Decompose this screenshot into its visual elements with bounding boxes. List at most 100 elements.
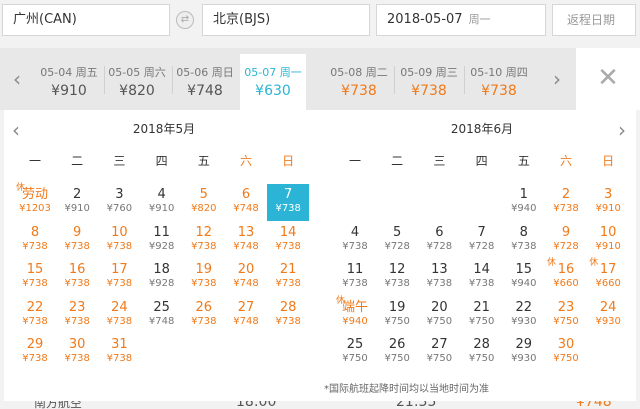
calendar-day[interactable]: 3 ¥910 bbox=[587, 184, 629, 221]
day-price: ¥940 bbox=[511, 203, 537, 214]
calendar-day[interactable]: 7 ¥728 bbox=[461, 222, 503, 259]
calendar-day[interactable]: 5 ¥820 bbox=[183, 184, 225, 221]
close-icon[interactable]: ✕ bbox=[576, 48, 640, 110]
calendar-day[interactable]: 15 ¥940 bbox=[503, 259, 545, 296]
strip-date-cell[interactable]: 05-05 周六 ¥820 bbox=[104, 54, 170, 104]
strip-date-cell[interactable]: 05-10 周四 ¥738 bbox=[466, 54, 532, 104]
calendar-day[interactable]: 休 16 ¥660 bbox=[545, 258, 587, 296]
calendar-day[interactable]: 26 ¥738 bbox=[183, 297, 225, 334]
weekday-header: 四 bbox=[155, 154, 168, 168]
day-number: 11 bbox=[346, 262, 364, 277]
calendar-day[interactable]: 20 ¥750 bbox=[418, 297, 460, 334]
calendar-prev-icon[interactable]: ‹ bbox=[12, 118, 20, 142]
day-number: 3 bbox=[604, 187, 613, 202]
calendar-day[interactable]: 29 ¥930 bbox=[503, 334, 545, 371]
calendar-day[interactable]: 7 ¥738 bbox=[267, 184, 310, 221]
calendar-day[interactable]: 27 ¥750 bbox=[418, 334, 460, 371]
calendar-day[interactable]: 1 ¥940 bbox=[503, 184, 545, 221]
day-number: 5 bbox=[199, 187, 208, 202]
calendar-day[interactable]: 8 ¥738 bbox=[503, 222, 545, 259]
calendar-day[interactable]: 休 17 ¥660 bbox=[587, 258, 629, 296]
calendar-day[interactable]: 8 ¥738 bbox=[14, 222, 56, 259]
day-number: 14 bbox=[473, 262, 490, 277]
strip-prev-icon[interactable]: ‹ bbox=[0, 48, 34, 110]
calendar-day[interactable]: 29 ¥738 bbox=[14, 334, 56, 371]
calendar-day[interactable]: 18 ¥928 bbox=[141, 259, 183, 296]
calendar-day[interactable]: 12 ¥738 bbox=[376, 259, 418, 296]
calendar-day[interactable]: 23 ¥738 bbox=[56, 297, 98, 334]
calendar-day[interactable]: 12 ¥738 bbox=[183, 222, 225, 259]
weekday-header: 三 bbox=[113, 154, 126, 168]
day-number: 19 bbox=[388, 299, 406, 315]
depart-date-field[interactable]: 2018-05-07 周一 bbox=[376, 4, 546, 36]
day-price: ¥728 bbox=[553, 240, 579, 252]
calendar-day[interactable]: 4 ¥738 bbox=[334, 222, 376, 259]
day-number: 26 bbox=[388, 337, 406, 352]
calendar-day[interactable]: 13 ¥738 bbox=[418, 259, 460, 296]
calendar-day[interactable]: 11 ¥928 bbox=[141, 222, 183, 259]
day-price: ¥738 bbox=[468, 278, 495, 289]
calendar-day[interactable]: 25 ¥748 bbox=[141, 297, 183, 334]
calendar-day[interactable]: 19 ¥750 bbox=[376, 297, 418, 334]
calendar-day[interactable]: 2 ¥910 bbox=[56, 184, 98, 221]
calendar-day[interactable]: 26 ¥750 bbox=[376, 334, 418, 371]
calendar-day[interactable]: 14 ¥738 bbox=[461, 259, 503, 296]
calendar-day[interactable]: 30 ¥738 bbox=[56, 334, 98, 371]
to-city-field[interactable]: 北京(BJS) bbox=[202, 4, 370, 36]
calendar-day[interactable]: 22 ¥738 bbox=[14, 297, 56, 334]
peek-arrive-time: 21:35 bbox=[396, 401, 437, 409]
strip-next-icon[interactable]: › bbox=[540, 48, 574, 110]
calendar-day[interactable]: 6 ¥748 bbox=[225, 184, 267, 221]
calendar-day[interactable]: 4 ¥910 bbox=[141, 184, 183, 221]
strip-divider bbox=[394, 66, 395, 94]
calendar-day[interactable]: 15 ¥738 bbox=[14, 259, 56, 296]
strip-date-cell[interactable]: 05-06 周日 ¥748 bbox=[172, 54, 238, 104]
calendar-day[interactable]: 5 ¥728 bbox=[376, 222, 418, 259]
day-price: ¥738 bbox=[553, 203, 579, 214]
calendar-day[interactable]: 13 ¥748 bbox=[225, 222, 267, 259]
calendar-day[interactable]: 21 ¥738 bbox=[267, 259, 309, 296]
calendar-day[interactable]: 21 ¥750 bbox=[461, 297, 503, 334]
strip-date: 05-09 周三 bbox=[400, 66, 458, 79]
calendar-day[interactable]: 27 ¥748 bbox=[225, 297, 267, 334]
from-city-field[interactable]: 广州(CAN) bbox=[2, 4, 170, 36]
calendar-day[interactable]: 23 ¥750 bbox=[545, 297, 587, 334]
calendar-day[interactable]: 3 ¥760 bbox=[98, 184, 140, 221]
calendar-day[interactable]: 24 ¥738 bbox=[98, 297, 140, 334]
calendar-day[interactable]: 休劳动 ¥1203 bbox=[14, 183, 56, 221]
calendar-day[interactable]: 16 ¥738 bbox=[56, 259, 98, 296]
day-number: 22 bbox=[515, 299, 533, 315]
peek-depart-time: 18:00 bbox=[236, 401, 277, 409]
calendar-day[interactable]: 31 ¥738 bbox=[98, 334, 140, 371]
day-price: ¥910 bbox=[64, 203, 90, 214]
calendar-day[interactable]: 20 ¥748 bbox=[225, 259, 267, 296]
calendar-next-icon[interactable]: › bbox=[618, 118, 626, 142]
calendar-day[interactable]: 30 ¥750 bbox=[545, 334, 587, 371]
calendar-day[interactable]: 28 ¥738 bbox=[267, 297, 309, 334]
calendar-day[interactable]: 11 ¥738 bbox=[334, 259, 376, 296]
strip-date-cell[interactable]: 05-07 周一 ¥630 bbox=[240, 54, 306, 110]
day-price: ¥738 bbox=[106, 240, 133, 252]
calendar-day[interactable]: 25 ¥750 bbox=[334, 334, 376, 371]
swap-icon[interactable]: ⇄ bbox=[176, 11, 194, 29]
calendar-day[interactable]: 10 ¥910 bbox=[587, 222, 629, 259]
day-number: 28 bbox=[473, 337, 490, 352]
calendar-day[interactable]: 10 ¥738 bbox=[98, 222, 140, 259]
strip-date-cell[interactable]: 05-04 周五 ¥910 bbox=[36, 54, 102, 104]
calendar-day[interactable]: 17 ¥738 bbox=[98, 259, 140, 296]
calendar-day[interactable]: 9 ¥728 bbox=[545, 222, 587, 259]
calendar-day[interactable]: 6 ¥728 bbox=[418, 222, 460, 259]
day-number: 10 bbox=[599, 224, 617, 240]
calendar-day[interactable]: 休端午 ¥940 bbox=[334, 296, 376, 334]
strip-date: 05-07 周一 bbox=[244, 66, 302, 79]
strip-date-cell[interactable]: 05-09 周三 ¥738 bbox=[396, 54, 462, 104]
calendar-day[interactable]: 28 ¥750 bbox=[461, 334, 503, 371]
calendar-day[interactable]: 19 ¥738 bbox=[183, 259, 225, 296]
calendar-day[interactable]: 9 ¥738 bbox=[56, 222, 98, 259]
calendar-day[interactable]: 2 ¥738 bbox=[545, 184, 587, 221]
calendar-day[interactable]: 14 ¥738 bbox=[267, 222, 309, 259]
return-date-field[interactable]: 返程日期 bbox=[552, 4, 636, 36]
calendar-day[interactable]: 22 ¥930 bbox=[503, 297, 545, 334]
strip-date-cell[interactable]: 05-08 周二 ¥738 bbox=[326, 54, 392, 104]
calendar-day[interactable]: 24 ¥930 bbox=[587, 297, 629, 334]
